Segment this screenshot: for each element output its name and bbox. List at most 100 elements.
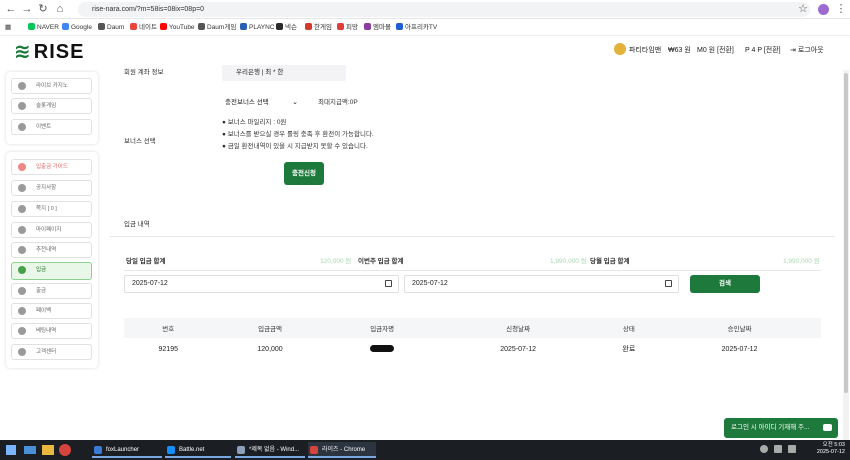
home-icon[interactable]: ⌂ bbox=[53, 2, 67, 16]
taskbar-app-3[interactable]: 라이즈 - Chrome bbox=[308, 442, 376, 458]
sidebar-item-notice[interactable]: 공지사항 bbox=[11, 180, 92, 196]
address-bar[interactable]: rise-nara.com/?m=58is=08ix=08p=0 bbox=[78, 2, 810, 17]
payback-icon bbox=[18, 307, 26, 315]
max-amount: 최대지급액:0P bbox=[318, 99, 358, 106]
cell-name bbox=[328, 338, 437, 360]
volume-icon[interactable] bbox=[788, 445, 796, 453]
sidebar-item-message[interactable]: 쪽지 [ 0 ] bbox=[11, 201, 92, 217]
bookmark-6[interactable]: PLAYNC bbox=[240, 22, 275, 33]
balance: ₩63 원 bbox=[668, 47, 691, 54]
reload-icon[interactable]: ↻ bbox=[36, 2, 50, 16]
tray-icon[interactable] bbox=[760, 445, 768, 453]
sidebar-item-mypage[interactable]: 마이페이지 bbox=[11, 222, 92, 238]
date-from-input[interactable]: 2025-07-12 bbox=[124, 275, 399, 293]
deposit-icon bbox=[18, 266, 26, 274]
network-icon[interactable] bbox=[774, 445, 782, 453]
bookmark-7[interactable]: 넥슨 bbox=[276, 22, 297, 33]
bonus-note-2: ● 보너스를 받으실 경우 롤링 충족 후 환전이 가능합니다. bbox=[222, 131, 374, 138]
sidebar-item-support[interactable]: 고객센터 bbox=[11, 344, 92, 360]
today-total-value: 120,000 원 bbox=[320, 258, 352, 265]
bookmarks-bar: ▦ NAVER Google Daum 네이트 YouTube Daum게임 P… bbox=[0, 19, 850, 36]
cell-amount: 120,000 bbox=[257, 345, 283, 353]
week-total-label: 이번주 입금 합계 bbox=[358, 258, 404, 265]
sidebar-item-withdraw[interactable]: 출금 bbox=[11, 283, 92, 299]
logout-button[interactable]: ⇥ 로그아웃 bbox=[790, 46, 824, 56]
month-total-label: 당월 입금 합계 bbox=[590, 258, 630, 265]
table-header-row: 번호 입금금액 입금자명 신청날짜 상태 승인날짜 bbox=[124, 318, 821, 338]
bookmark-8[interactable]: 한게임 bbox=[305, 22, 332, 33]
apps-icon[interactable]: ▦ bbox=[5, 22, 11, 33]
column-header: 승인날짜 bbox=[658, 318, 821, 338]
account-value: 우리은행 | 최 * 한 bbox=[222, 65, 346, 81]
point-convert[interactable]: P 4 P [전환] bbox=[745, 46, 781, 56]
notice-icon bbox=[18, 184, 26, 192]
user-level-icon bbox=[614, 43, 626, 55]
money-convert[interactable]: M0 원 [전환] bbox=[697, 46, 734, 56]
sidebar-item-live-casino[interactable]: 라이브 카지노 bbox=[11, 78, 92, 94]
profile-avatar[interactable] bbox=[818, 4, 829, 15]
guide-icon bbox=[18, 163, 26, 171]
forward-icon[interactable]: → bbox=[20, 2, 34, 16]
taskbar-app-2[interactable]: *제목 없음 - Wind... bbox=[235, 442, 305, 458]
bookmark-10[interactable]: 엠마몰 bbox=[364, 22, 391, 33]
chat-widget[interactable]: 로그인 시 아이디 기재해 주... bbox=[724, 418, 838, 438]
bonus-select[interactable]: 충전보너스 선택 ⌄ bbox=[222, 96, 300, 110]
sidebar-item-event[interactable]: 이벤트 bbox=[11, 119, 92, 135]
column-header: 상태 bbox=[599, 318, 659, 338]
betting-icon bbox=[18, 327, 26, 335]
chat-icon bbox=[823, 424, 832, 431]
deposit-history-table: 번호 입금금액 입금자명 신청날짜 상태 승인날짜 92195 120,000 … bbox=[124, 318, 821, 360]
chrome-icon[interactable] bbox=[59, 444, 71, 456]
site-logo[interactable]: ≋ RISE bbox=[14, 42, 84, 62]
sidebar-item-slot[interactable]: 슬롯게임 bbox=[11, 98, 92, 114]
taskbar-app-1[interactable]: Battle.net bbox=[165, 442, 231, 458]
table-row: 92195 120,000 2025-07-12 완료 2025-07-12 bbox=[124, 338, 821, 360]
taskbar: foxLauncher Battle.net *제목 없음 - Wind... … bbox=[0, 440, 850, 460]
cell-approved: 2025-07-12 bbox=[721, 345, 758, 353]
chevron-down-icon: ⌄ bbox=[292, 99, 298, 106]
bonus-note-1: ● 보너스 마일리지 : 0원 bbox=[222, 119, 287, 126]
sidebar-item-deposit[interactable]: 입금 bbox=[11, 262, 92, 280]
windows-start-icon[interactable] bbox=[6, 445, 16, 455]
bookmark-9[interactable]: 피망 bbox=[337, 22, 358, 33]
column-header: 신청날짜 bbox=[436, 318, 600, 338]
bookmark-5[interactable]: Daum게임 bbox=[198, 22, 236, 33]
page-scrollbar[interactable] bbox=[843, 70, 849, 440]
event-icon bbox=[18, 123, 26, 131]
user-name: 파티타임맨 bbox=[629, 47, 662, 54]
cell-date: 2025-07-12 bbox=[500, 345, 537, 353]
bookmark-1[interactable]: Google bbox=[62, 22, 92, 33]
message-icon bbox=[18, 205, 26, 213]
calendar-icon bbox=[385, 280, 392, 287]
redacted-name bbox=[370, 344, 395, 352]
divider bbox=[110, 236, 835, 237]
referral-icon bbox=[18, 246, 26, 254]
sidebar-item-betting[interactable]: 베팅내역 bbox=[11, 323, 92, 339]
bookmark-2[interactable]: Daum bbox=[98, 22, 124, 33]
bookmark-4[interactable]: YouTube bbox=[160, 22, 195, 33]
explorer-icon[interactable] bbox=[42, 445, 54, 455]
bookmark-0[interactable]: NAVER bbox=[28, 22, 59, 33]
logo-mark-icon: ≋ bbox=[14, 41, 31, 63]
bookmark-3[interactable]: 네이트 bbox=[130, 22, 157, 33]
history-title: 입금 내역 bbox=[124, 221, 150, 228]
withdraw-icon bbox=[18, 287, 26, 295]
taskview-icon[interactable] bbox=[24, 446, 36, 454]
support-icon bbox=[18, 348, 26, 356]
bookmark-star-icon[interactable]: ☆ bbox=[796, 2, 810, 16]
column-header: 번호 bbox=[124, 318, 213, 338]
cell-no: 92195 bbox=[158, 345, 178, 353]
sidebar-item-referral[interactable]: 추천내역 bbox=[11, 242, 92, 258]
sidebar-item-guide[interactable]: 입출금 가이드 bbox=[11, 159, 92, 175]
clock[interactable]: 오전 5:03 2025-07-12 bbox=[815, 442, 845, 456]
date-to-input[interactable]: 2025-07-12 bbox=[404, 275, 679, 293]
back-icon[interactable]: ← bbox=[4, 2, 18, 16]
sidebar-item-payback[interactable]: 페이백 bbox=[11, 303, 92, 319]
deposit-submit-button[interactable]: 충전신청 bbox=[284, 162, 324, 185]
search-button[interactable]: 검색 bbox=[690, 275, 760, 293]
bookmark-11[interactable]: 아프리카TV bbox=[396, 22, 437, 33]
taskbar-app-0[interactable]: foxLauncher bbox=[92, 442, 162, 458]
month-total-value: 1,990,000 원 bbox=[783, 258, 820, 265]
menu-icon[interactable]: ⋮ bbox=[834, 2, 848, 16]
scrollbar-thumb[interactable] bbox=[844, 73, 848, 393]
